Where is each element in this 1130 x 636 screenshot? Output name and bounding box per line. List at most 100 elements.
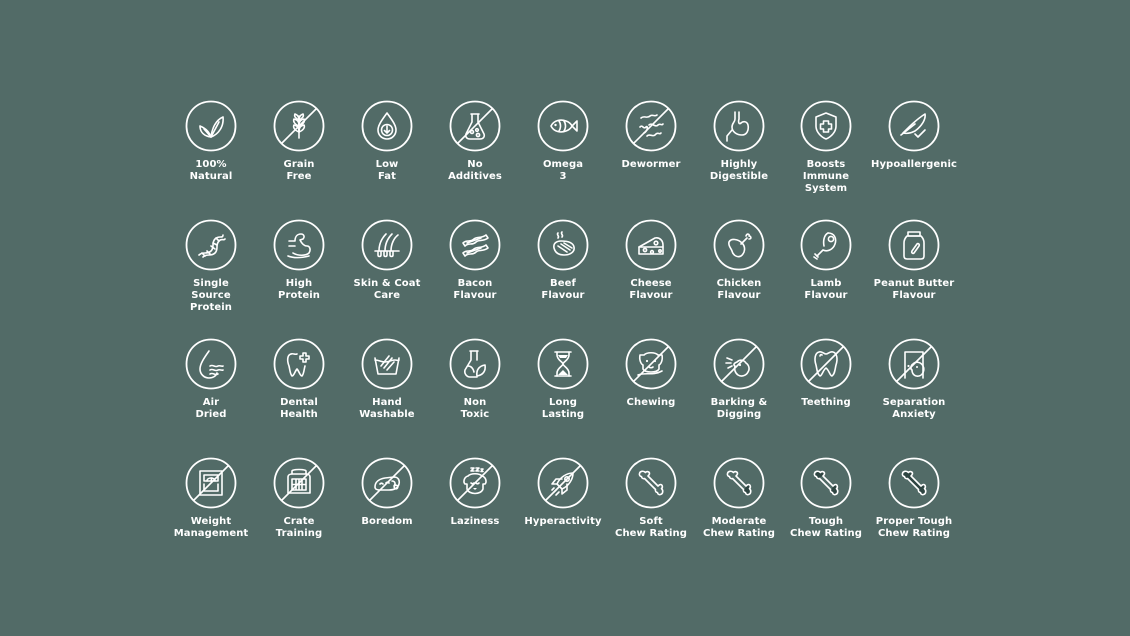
feature-label-line: Soft xyxy=(639,516,663,527)
feature-boredom: Boredom xyxy=(343,457,431,528)
feature-label-line: Dental xyxy=(280,397,318,408)
feature-label: Cheese Flavour xyxy=(629,278,672,302)
feature-label-line: Highly xyxy=(720,159,758,170)
feature-label-line: No xyxy=(467,159,483,170)
feature-highly-digestible: Highly Digestible xyxy=(695,100,783,183)
fish-icon xyxy=(537,100,589,152)
feature-omega-3: Omega 3 xyxy=(519,100,607,183)
feature-label: Low Fat xyxy=(376,159,399,183)
feature-label-line: 100% xyxy=(195,159,227,170)
feature-label-line: Toxic xyxy=(460,409,490,420)
feature-label-line: Lamb xyxy=(810,278,842,289)
feature-long-lasting: Long Lasting xyxy=(519,338,607,421)
feature-label-line: Hyperactivity xyxy=(524,516,602,527)
flask-leaf-icon xyxy=(449,338,501,390)
feature-label-line: High xyxy=(285,278,313,289)
feature-soft-chew-rating: Soft Chew Rating xyxy=(607,457,695,540)
feature-label-line: Long xyxy=(549,397,577,408)
feature-label: Separation Anxiety xyxy=(883,397,946,421)
feature-label-line: Flavour xyxy=(453,290,497,301)
feature-no-additives: No Additives xyxy=(431,100,519,183)
wheat-icon xyxy=(273,100,325,152)
rocket-icon xyxy=(537,457,589,509)
steak-icon-glyph xyxy=(537,219,589,271)
feature-label: Tough Chew Rating xyxy=(790,516,862,540)
feature-label: Hyperactivity xyxy=(524,516,601,528)
feature-label: Highly Digestible xyxy=(710,159,768,183)
fish-icon-glyph xyxy=(537,100,589,152)
feature-label-line: Beef xyxy=(550,278,576,289)
feature-label-line: Digging xyxy=(716,409,762,420)
jar-icon-glyph xyxy=(888,219,940,271)
feature-label-line: Chew Rating xyxy=(703,528,775,539)
feature-label: Crate Training xyxy=(276,516,322,540)
feature-label-line: Tough xyxy=(808,516,844,527)
feature-low-fat: Low Fat xyxy=(343,100,431,183)
bacon-icon-glyph xyxy=(449,219,501,271)
feature-label: Teething xyxy=(801,397,850,409)
tooth-plus-icon xyxy=(273,338,325,390)
feature-weight-management: Weight Management xyxy=(167,457,255,540)
feature-label-line: Peanut Butter xyxy=(873,278,955,289)
feature-label-line: Proper Tough xyxy=(875,516,953,527)
tooth-icon xyxy=(800,338,852,390)
feature-single-source-protein: Single Source Protein xyxy=(167,219,255,314)
feature-dewormer: Dewormer xyxy=(607,100,695,171)
feature-label: Weight Management xyxy=(174,516,249,540)
feature-label: Omega 3 xyxy=(543,159,583,183)
bone-icon xyxy=(888,457,940,509)
bone-icon xyxy=(713,457,765,509)
hair-follicle-icon xyxy=(361,219,413,271)
crate-icon xyxy=(273,457,325,509)
feature-lamb-flavour: Lamb Flavour xyxy=(782,219,870,302)
feature-label-line: Chew Rating xyxy=(615,528,687,539)
dog-door-icon xyxy=(888,338,940,390)
cheese-icon-glyph xyxy=(625,219,677,271)
feature-laziness: Laziness xyxy=(431,457,519,528)
feature-chicken-flavour: Chicken Flavour xyxy=(695,219,783,302)
feature-100-natural: 100% Natural xyxy=(167,100,255,183)
feature-label-line: Low xyxy=(375,159,399,170)
feature-label-line: Crate xyxy=(283,516,315,527)
feature-dental-health: Dental Health xyxy=(255,338,343,421)
feature-air-dried: Air Dried xyxy=(167,338,255,421)
feature-peanut-butter-flavour: Peanut Butter Flavour xyxy=(870,219,958,302)
feature-bacon-flavour: Bacon Flavour xyxy=(431,219,519,302)
feature-label: Barking & Digging xyxy=(711,397,768,421)
feature-label-line: Additives xyxy=(448,171,502,182)
feature-label-line: Skin & Coat xyxy=(353,278,421,289)
feature-label: Moderate Chew Rating xyxy=(703,516,775,540)
feature-boosts-immune-system: Boosts Immune System xyxy=(782,100,870,195)
hand-wash-icon-glyph xyxy=(361,338,413,390)
feature-label: Non Toxic xyxy=(461,397,490,421)
feature-skin-coat-care: Skin & Coat Care xyxy=(343,219,431,302)
feather-check-icon xyxy=(888,100,940,152)
stomach-icon xyxy=(713,100,765,152)
chicken-leg-icon-glyph xyxy=(713,219,765,271)
feature-label: Bacon Flavour xyxy=(453,278,496,302)
feature-label: Chicken Flavour xyxy=(717,278,762,302)
feature-label-line: Chew Rating xyxy=(790,528,862,539)
barking-dog-icon xyxy=(713,338,765,390)
feature-label: Hypoallergenic xyxy=(871,159,957,171)
feature-label-line: Lasting xyxy=(541,409,585,420)
feature-label-line: Fat xyxy=(377,171,397,182)
feature-label: Laziness xyxy=(451,516,500,528)
feature-label: Soft Chew Rating xyxy=(615,516,687,540)
muscle-icon-glyph xyxy=(273,219,325,271)
feature-cheese-flavour: Cheese Flavour xyxy=(607,219,695,302)
feature-tough-chew-rating: Tough Chew Rating xyxy=(782,457,870,540)
feature-label: Boredom xyxy=(361,516,412,528)
feature-label-line: Washable xyxy=(359,409,415,420)
feature-label: Peanut Butter Flavour xyxy=(874,278,955,302)
dog-door-icon-glyph xyxy=(888,338,940,390)
drop-arrow-icon-glyph xyxy=(361,100,413,152)
stomach-icon-glyph xyxy=(713,100,765,152)
leaf-icon-glyph xyxy=(185,100,237,152)
feature-hypoallergenic: Hypoallergenic xyxy=(870,100,958,171)
bone-icon-glyph xyxy=(800,457,852,509)
feature-label-line: Source xyxy=(191,290,231,301)
feature-label-line: System xyxy=(804,183,848,194)
feature-label-line: Air xyxy=(202,397,220,408)
feature-label: Hand Washable xyxy=(359,397,414,421)
